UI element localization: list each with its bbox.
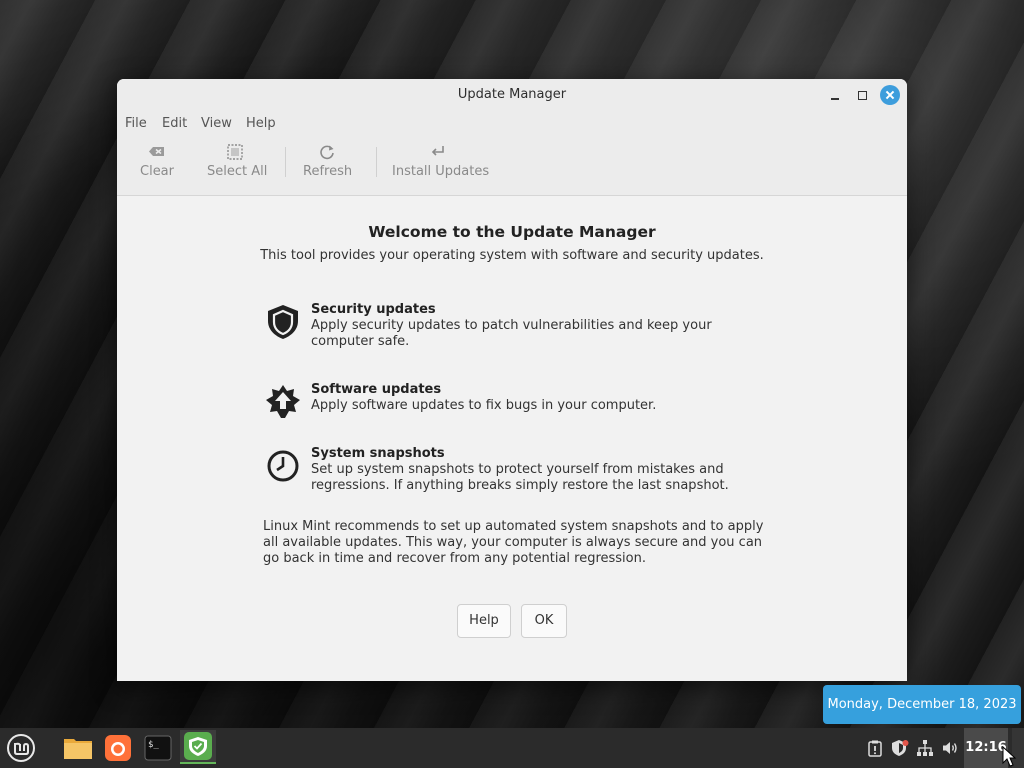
refresh-button[interactable]: Refresh [303, 141, 353, 179]
minimize-button[interactable] [827, 87, 845, 105]
window-titlebar[interactable]: Update Manager [117, 79, 907, 111]
window-title: Update Manager [457, 87, 567, 102]
shield-icon [268, 305, 298, 339]
svg-text:$_: $_ [148, 740, 159, 750]
toolbar: Clear Select All Refresh Install Updates [117, 137, 907, 196]
feature-title: Software updates [311, 382, 442, 397]
firefox-icon[interactable] [102, 732, 134, 764]
menu-help[interactable]: Help [246, 116, 276, 131]
feature-description: Apply security updates to patch vulnerab… [311, 318, 712, 349]
maximize-button[interactable] [854, 87, 872, 105]
toolbar-separator [285, 147, 286, 177]
update-manager-window: Update Manager File Edit View Help Clear… [117, 79, 907, 681]
refresh-icon [320, 145, 334, 160]
menu-edit[interactable]: Edit [162, 116, 187, 131]
volume-icon[interactable] [941, 739, 959, 757]
feature-description: Apply software updates to fix bugs in yo… [311, 398, 657, 413]
menu-file[interactable]: File [125, 116, 147, 131]
toolbar-separator [376, 147, 377, 177]
select-all-button[interactable]: Select All [207, 141, 268, 179]
welcome-heading: Welcome to the Update Manager [368, 223, 656, 241]
recommendation-text: Linux Mint recommends to set up automate… [263, 519, 764, 566]
feature-description: Set up system snapshots to protect yours… [311, 462, 729, 493]
ok-button[interactable]: OK [521, 604, 567, 638]
clock-icon [267, 450, 299, 482]
terminal-icon[interactable]: $_ [142, 732, 174, 764]
date-popup: Monday, December 18, 2023 [823, 685, 1021, 724]
clear-label: Clear [140, 164, 174, 179]
install-updates-label: Install Updates [392, 164, 490, 179]
menu-view[interactable]: View [201, 116, 232, 131]
close-button[interactable] [880, 85, 900, 105]
mouse-cursor-icon [1002, 746, 1017, 767]
taskbar: $_ 12:16 [0, 728, 1024, 768]
clipboard-alert-icon[interactable] [866, 739, 884, 757]
install-updates-button[interactable]: Install Updates [392, 141, 490, 179]
help-button[interactable]: Help [457, 604, 511, 638]
refresh-label: Refresh [303, 164, 353, 179]
network-icon[interactable] [916, 739, 934, 757]
feature-title: Security updates [311, 302, 436, 317]
install-icon [431, 146, 444, 156]
clear-button[interactable]: Clear [139, 141, 175, 179]
shield-update-icon[interactable] [891, 739, 909, 757]
folder-icon[interactable] [62, 732, 94, 764]
welcome-page: Welcome to the Update Manager This tool … [117, 196, 907, 681]
clear-icon [149, 147, 164, 156]
welcome-subtitle: This tool provides your operating system… [260, 248, 764, 263]
mint-menu-icon[interactable] [5, 732, 37, 764]
star-arrow-icon [266, 385, 300, 418]
feature-title: System snapshots [311, 446, 445, 461]
menu-bar: File Edit View Help [117, 111, 907, 137]
select-all-icon [227, 144, 243, 160]
update-manager-icon[interactable] [180, 730, 216, 764]
select-all-label: Select All [207, 164, 268, 179]
